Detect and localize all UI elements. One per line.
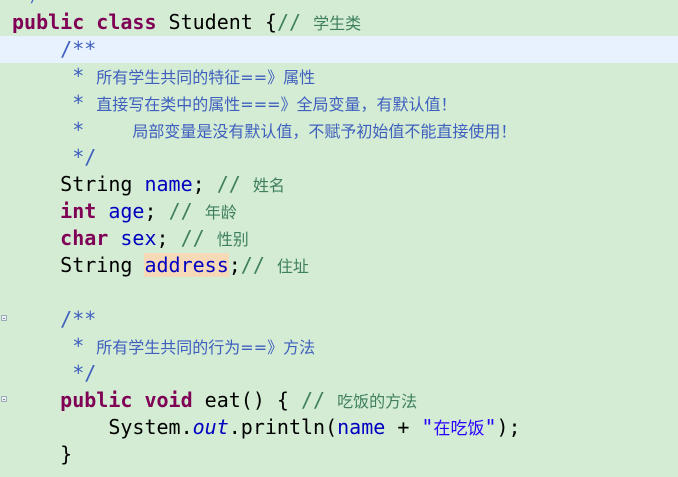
javadoc-text: 所有学生共同的行为==》方法 (96, 338, 316, 357)
keyword-int: int (60, 199, 97, 223)
code-line[interactable]: * 局部变量是没有默认值，不赋予初始值不能直接使用！ (12, 117, 678, 144)
method-declaration: eat() { (192, 388, 302, 412)
line-comment: 性别 (216, 230, 249, 249)
field-address-occurrence: address (144, 253, 229, 277)
closing-brace: } (12, 442, 73, 466)
comment-marker: // (301, 388, 338, 412)
code-line[interactable]: String name; // 姓名 (12, 171, 678, 198)
string-literal: 在吃饭 (433, 419, 485, 439)
type-string: String (12, 253, 145, 277)
method-call: .println( (228, 415, 338, 439)
javadoc-close: */ (12, 361, 97, 385)
line-comment: 姓名 (252, 176, 285, 195)
code-line[interactable]: * 所有学生共同的行为==》方法 (12, 333, 678, 360)
keyword-void: void (144, 388, 193, 412)
line-comment: 吃饭的方法 (337, 392, 418, 411)
comment-marker: // (216, 172, 253, 196)
javadoc-prefix: * (12, 91, 97, 115)
javadoc-prefix: * (12, 64, 97, 88)
string-quote: " (484, 415, 497, 439)
field-name: name (337, 415, 386, 439)
javadoc-text: 所有学生共同的特征==》属性 (96, 68, 316, 87)
type-string: String (12, 172, 145, 196)
code-line[interactable]: * 所有学生共同的特征==》属性 (12, 63, 678, 90)
line-comment: 年龄 (204, 203, 237, 222)
fold-collapse-icon[interactable] (1, 315, 7, 321)
code-line[interactable]: System.out.println(name + "在吃饭"); (12, 414, 678, 441)
javadoc-prefix: * (12, 118, 133, 142)
line-comment: 学生类 (313, 14, 362, 33)
keyword-char: char (60, 226, 109, 250)
code-line-blank[interactable] (12, 279, 678, 306)
javadoc-close: */ (12, 145, 97, 169)
code-line[interactable]: int age; // 年龄 (12, 198, 678, 225)
code-line[interactable]: String address;// 住址 (12, 252, 678, 279)
code-line[interactable]: char sex; // 性别 (12, 225, 678, 252)
code-line[interactable]: */ (12, 144, 678, 171)
code-line-current[interactable]: /** (0, 36, 678, 63)
semicolon: ; (228, 253, 241, 277)
fold-collapse-icon[interactable] (1, 396, 7, 402)
comment-marker: // (168, 199, 205, 223)
field-sex: sex (120, 226, 157, 250)
code-editor[interactable]: / public class Student {// 学生类 /** * 所有学… (0, 0, 678, 477)
javadoc-open: /** (60, 307, 97, 331)
class-declaration: Student { (156, 10, 277, 34)
javadoc-prefix: * (12, 334, 97, 358)
field-age: age (108, 199, 145, 223)
call-end: ); (496, 415, 521, 439)
code-line[interactable]: public class Student {// 学生类 (12, 9, 678, 36)
string-quote: " (421, 415, 434, 439)
comment-marker: // (240, 253, 277, 277)
code-line[interactable]: */ (12, 360, 678, 387)
javadoc-text: 直接写在类中的属性===》全局变量，有默认值！ (96, 95, 457, 114)
comment-marker: // (180, 226, 217, 250)
operator: + (385, 415, 422, 439)
javadoc-text: 局部变量是没有默认值，不赋予初始值不能直接使用！ (132, 122, 517, 141)
line-comment: 住址 (276, 257, 309, 276)
system-reference: System. (12, 415, 193, 439)
comment-marker: // (276, 10, 314, 34)
semicolon: ; (144, 199, 169, 223)
scrolled-comment-fragment: / (30, 0, 40, 5)
keyword-public: public (12, 10, 85, 34)
code-line[interactable]: /** (12, 306, 678, 333)
semicolon: ; (156, 226, 181, 250)
field-name: name (144, 172, 193, 196)
code-line[interactable]: * 直接写在类中的属性===》全局变量，有默认值！ (12, 90, 678, 117)
code-line[interactable]: } (12, 441, 678, 468)
keyword-class: class (96, 10, 157, 34)
keyword-public: public (60, 388, 133, 412)
static-field-out: out (192, 415, 229, 439)
semicolon: ; (192, 172, 217, 196)
fold-gutter (0, 0, 10, 477)
javadoc-open: /** (60, 37, 97, 61)
code-line[interactable]: public void eat() { // 吃饭的方法 (12, 387, 678, 414)
